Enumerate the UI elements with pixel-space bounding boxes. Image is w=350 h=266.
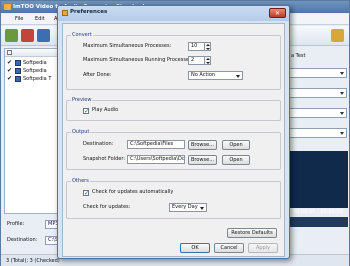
right-panel-dropdown[interactable]: [289, 108, 347, 118]
after-done-value: No Action: [191, 72, 216, 78]
check-updates-frequency-value: Every Day: [172, 204, 198, 210]
destination-open-button[interactable]: Open: [222, 140, 250, 150]
max-processes-label: Maximum Simultaneous Processes:: [83, 43, 172, 49]
max-running-label: Maximum Simultaneous Running Processes:: [83, 57, 194, 63]
destination-path-input[interactable]: C:\Softpedia\Files: [127, 140, 185, 149]
check-updates-checkbox[interactable]: ✓: [83, 190, 89, 197]
app-icon: [4, 4, 11, 10]
chevron-down-icon: [340, 72, 344, 75]
right-panel-dropdown[interactable]: [289, 68, 347, 78]
others-group-title: Others: [71, 178, 90, 184]
menu-edit[interactable]: Edit: [35, 16, 45, 22]
output-group: Output Destination: C:\Softpedia\Files B…: [66, 129, 281, 170]
chevron-down-icon: [340, 92, 344, 95]
file-list-header: [5, 49, 60, 57]
file-row[interactable]: ✔ Softpedia: [5, 59, 60, 67]
max-processes-spinner[interactable]: [205, 42, 211, 51]
check-updates-label: Check for updates automatically: [92, 189, 174, 195]
select-all-checkbox[interactable]: [7, 50, 12, 55]
preview-group: Preview ✓ Play Audio: [66, 97, 281, 121]
close-button[interactable]: ✕: [269, 8, 286, 18]
arrow-up-icon[interactable]: [206, 44, 210, 46]
file-name: Softpedia: [23, 60, 47, 66]
file-row[interactable]: ✔ Softpedia: [5, 67, 60, 75]
profile-label: Profile:: [7, 221, 25, 227]
destination-browse-button[interactable]: Browse...: [188, 140, 217, 150]
snapshot-open-button[interactable]: Open: [222, 155, 250, 165]
edit-icon[interactable]: [331, 29, 344, 42]
file-name: Softpedia: [23, 68, 47, 74]
preview-time: 00:00:00 / 00:00:09: [293, 209, 343, 215]
convert-group: Convert Maximum Simultaneous Processes: …: [66, 32, 281, 90]
convert-icon[interactable]: [37, 29, 50, 42]
check-updates-frequency-select[interactable]: Every Day: [169, 203, 207, 212]
snapshot-folder-label: Snapshot Folder:: [83, 156, 126, 162]
file-row[interactable]: ✔ Softpedia T: [5, 75, 60, 83]
preferences-icon: [62, 10, 68, 16]
video-file-icon: [15, 60, 21, 66]
convert-group-title: Convert: [71, 32, 93, 38]
preview-player: [289, 151, 348, 208]
remove-file-icon[interactable]: [21, 29, 34, 42]
play-audio-checkbox[interactable]: ✓: [83, 108, 89, 115]
max-running-spinner[interactable]: [205, 56, 211, 65]
others-group: Others ✓ Check for updates automatically…: [66, 178, 281, 219]
restore-defaults-button[interactable]: Restore Defaults: [227, 228, 277, 238]
play-audio-label: Play Audio: [92, 107, 119, 113]
arrow-up-icon[interactable]: [206, 58, 210, 60]
status-text: 3 (Total); 3 (Checked): [6, 258, 60, 264]
right-panel-dropdown[interactable]: [289, 88, 347, 98]
arrow-down-icon[interactable]: [206, 48, 210, 50]
video-file-icon: [15, 76, 21, 82]
preview-group-title: Preview: [71, 97, 93, 103]
right-panel-dropdown[interactable]: [289, 128, 347, 138]
after-done-label: After Done:: [83, 72, 112, 78]
file-list: ✔ Softpedia ✔ Softpedia ✔ Softpedia T: [4, 48, 61, 214]
output-group-title: Output: [71, 129, 91, 135]
file-name: Softpedia T: [23, 76, 52, 82]
ok-button[interactable]: OK: [180, 243, 210, 253]
row-check-icon[interactable]: ✔: [7, 60, 12, 66]
video-file-icon: [15, 68, 21, 74]
arrow-down-icon[interactable]: [206, 62, 210, 64]
menu-file[interactable]: File: [15, 16, 23, 22]
cancel-button[interactable]: Cancel: [214, 243, 244, 253]
chevron-down-icon: [236, 75, 240, 78]
after-done-select[interactable]: No Action: [188, 71, 243, 80]
chevron-down-icon: [200, 207, 204, 210]
preferences-dialog: Preferences ✕ Convert Maximum Simultaneo…: [57, 5, 290, 259]
right-panel-title: a Test: [291, 53, 306, 59]
player-controls[interactable]: [289, 217, 348, 227]
max-running-input[interactable]: 2: [188, 56, 205, 65]
destination-label: Destination:: [7, 237, 38, 243]
snapshot-path-input[interactable]: C:\Users\Softpedia\Documents\I: [127, 155, 185, 164]
row-check-icon[interactable]: ✔: [7, 68, 12, 74]
max-processes-input[interactable]: 10: [188, 42, 205, 51]
dialog-titlebar: Preferences ✕: [58, 6, 289, 21]
chevron-down-icon: [340, 132, 344, 135]
check-updates-frequency-label: Check for updates:: [83, 204, 131, 210]
destination-label: Destination:: [83, 141, 114, 147]
add-file-icon[interactable]: [5, 29, 18, 42]
row-check-icon[interactable]: ✔: [7, 76, 12, 82]
dialog-title: Preferences: [70, 9, 108, 15]
chevron-down-icon: [340, 112, 344, 115]
dialog-body: Convert Maximum Simultaneous Processes: …: [62, 23, 285, 257]
apply-button[interactable]: Apply: [248, 243, 278, 253]
snapshot-browse-button[interactable]: Browse...: [188, 155, 217, 165]
